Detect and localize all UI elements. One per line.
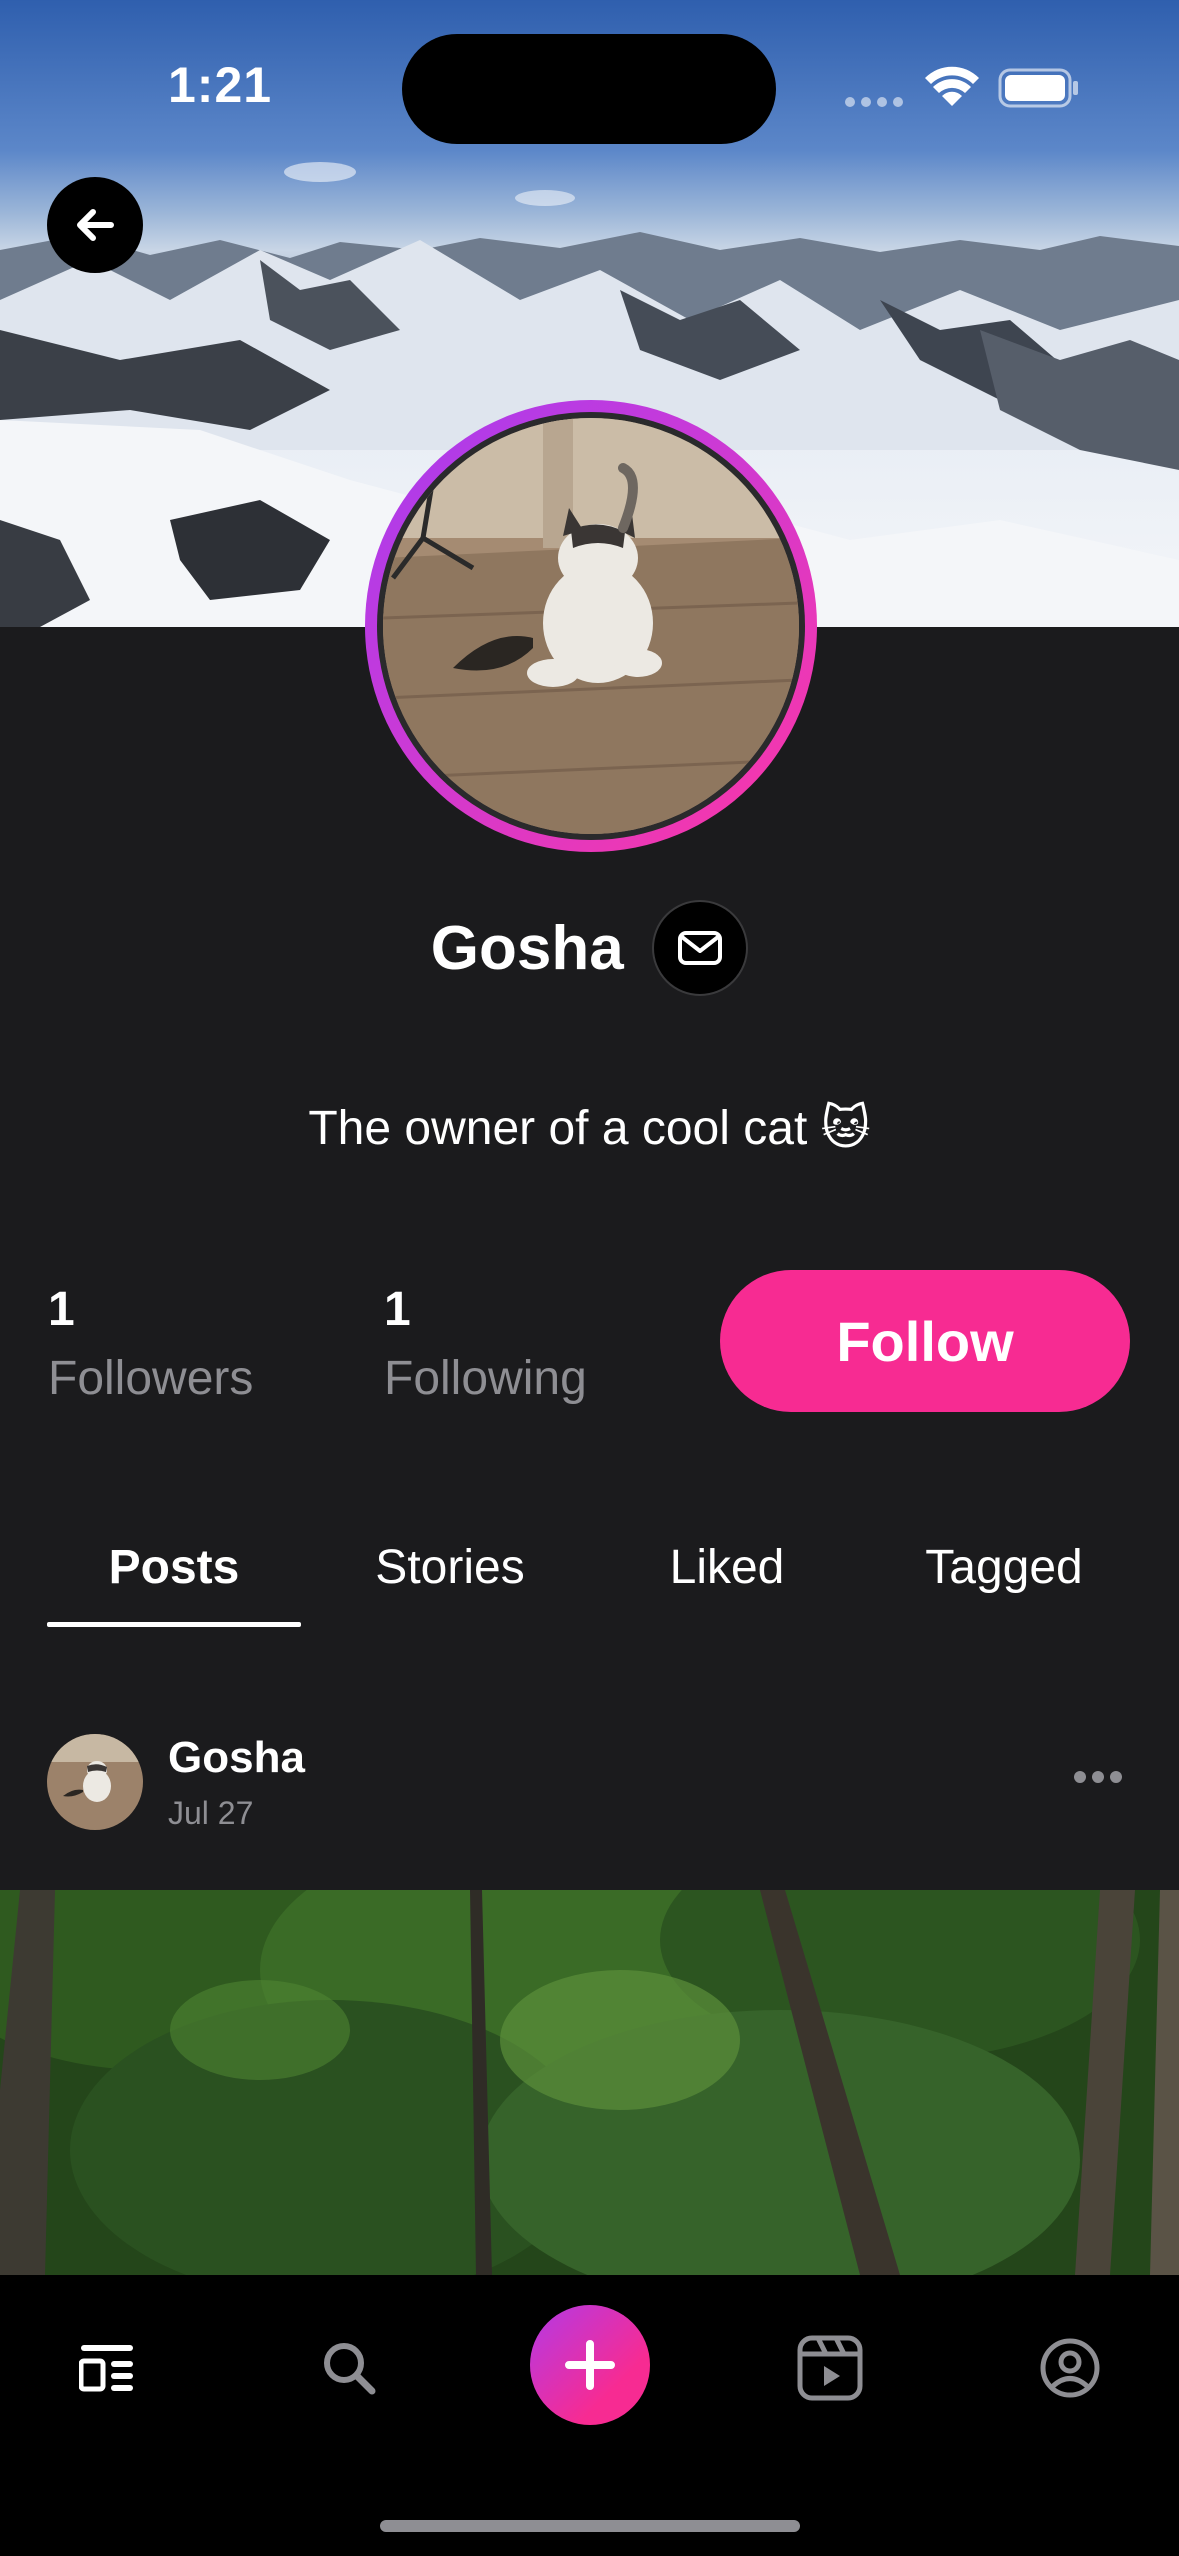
profile-icon[interactable]	[1030, 2328, 1110, 2408]
active-tab-indicator	[47, 1622, 301, 1627]
status-time: 1:21	[168, 57, 273, 113]
profile-header: Gosha	[0, 900, 1179, 996]
followers-count: 1	[48, 1283, 75, 1336]
following-label: Following	[384, 1352, 587, 1405]
battery-icon	[998, 68, 1078, 108]
feed-icon[interactable]	[68, 2328, 148, 2408]
profile-bio: The owner of a cool cat 🐱	[308, 1102, 871, 1155]
arrow-left-icon	[77, 209, 114, 241]
profile-name: Gosha	[430, 913, 624, 983]
followers-stat[interactable]: 1 Followers	[48, 1282, 253, 1406]
create-post-button[interactable]	[530, 2305, 650, 2425]
back-button[interactable]	[47, 177, 143, 273]
tab-liked[interactable]: Liked	[589, 1540, 865, 1595]
tab-stories[interactable]: Stories	[312, 1540, 588, 1595]
plus-icon	[565, 2340, 615, 2390]
envelope-icon	[678, 931, 723, 965]
following-stat[interactable]: 1 Following	[384, 1282, 587, 1406]
following-count: 1	[384, 1283, 411, 1336]
cellular-signal-icon	[845, 94, 909, 112]
wifi-icon	[925, 66, 979, 106]
post-author-name[interactable]: Gosha	[168, 1733, 305, 1783]
avatar-photo	[383, 418, 799, 834]
home-indicator	[380, 2520, 800, 2532]
follow-button[interactable]: Follow	[720, 1270, 1130, 1412]
followers-label: Followers	[48, 1352, 254, 1405]
more-options-icon[interactable]	[1074, 1770, 1130, 1790]
tab-tagged[interactable]: Tagged	[866, 1540, 1142, 1595]
post-author-avatar[interactable]	[47, 1734, 143, 1830]
dynamic-island	[402, 34, 776, 144]
post-date: Jul 27	[168, 1795, 254, 1831]
reels-icon[interactable]	[790, 2328, 870, 2408]
post-image[interactable]	[0, 1890, 1179, 2275]
profile-avatar[interactable]	[365, 400, 817, 852]
tab-posts[interactable]: Posts	[36, 1540, 312, 1595]
search-icon[interactable]	[309, 2328, 389, 2408]
message-button[interactable]	[652, 900, 749, 996]
